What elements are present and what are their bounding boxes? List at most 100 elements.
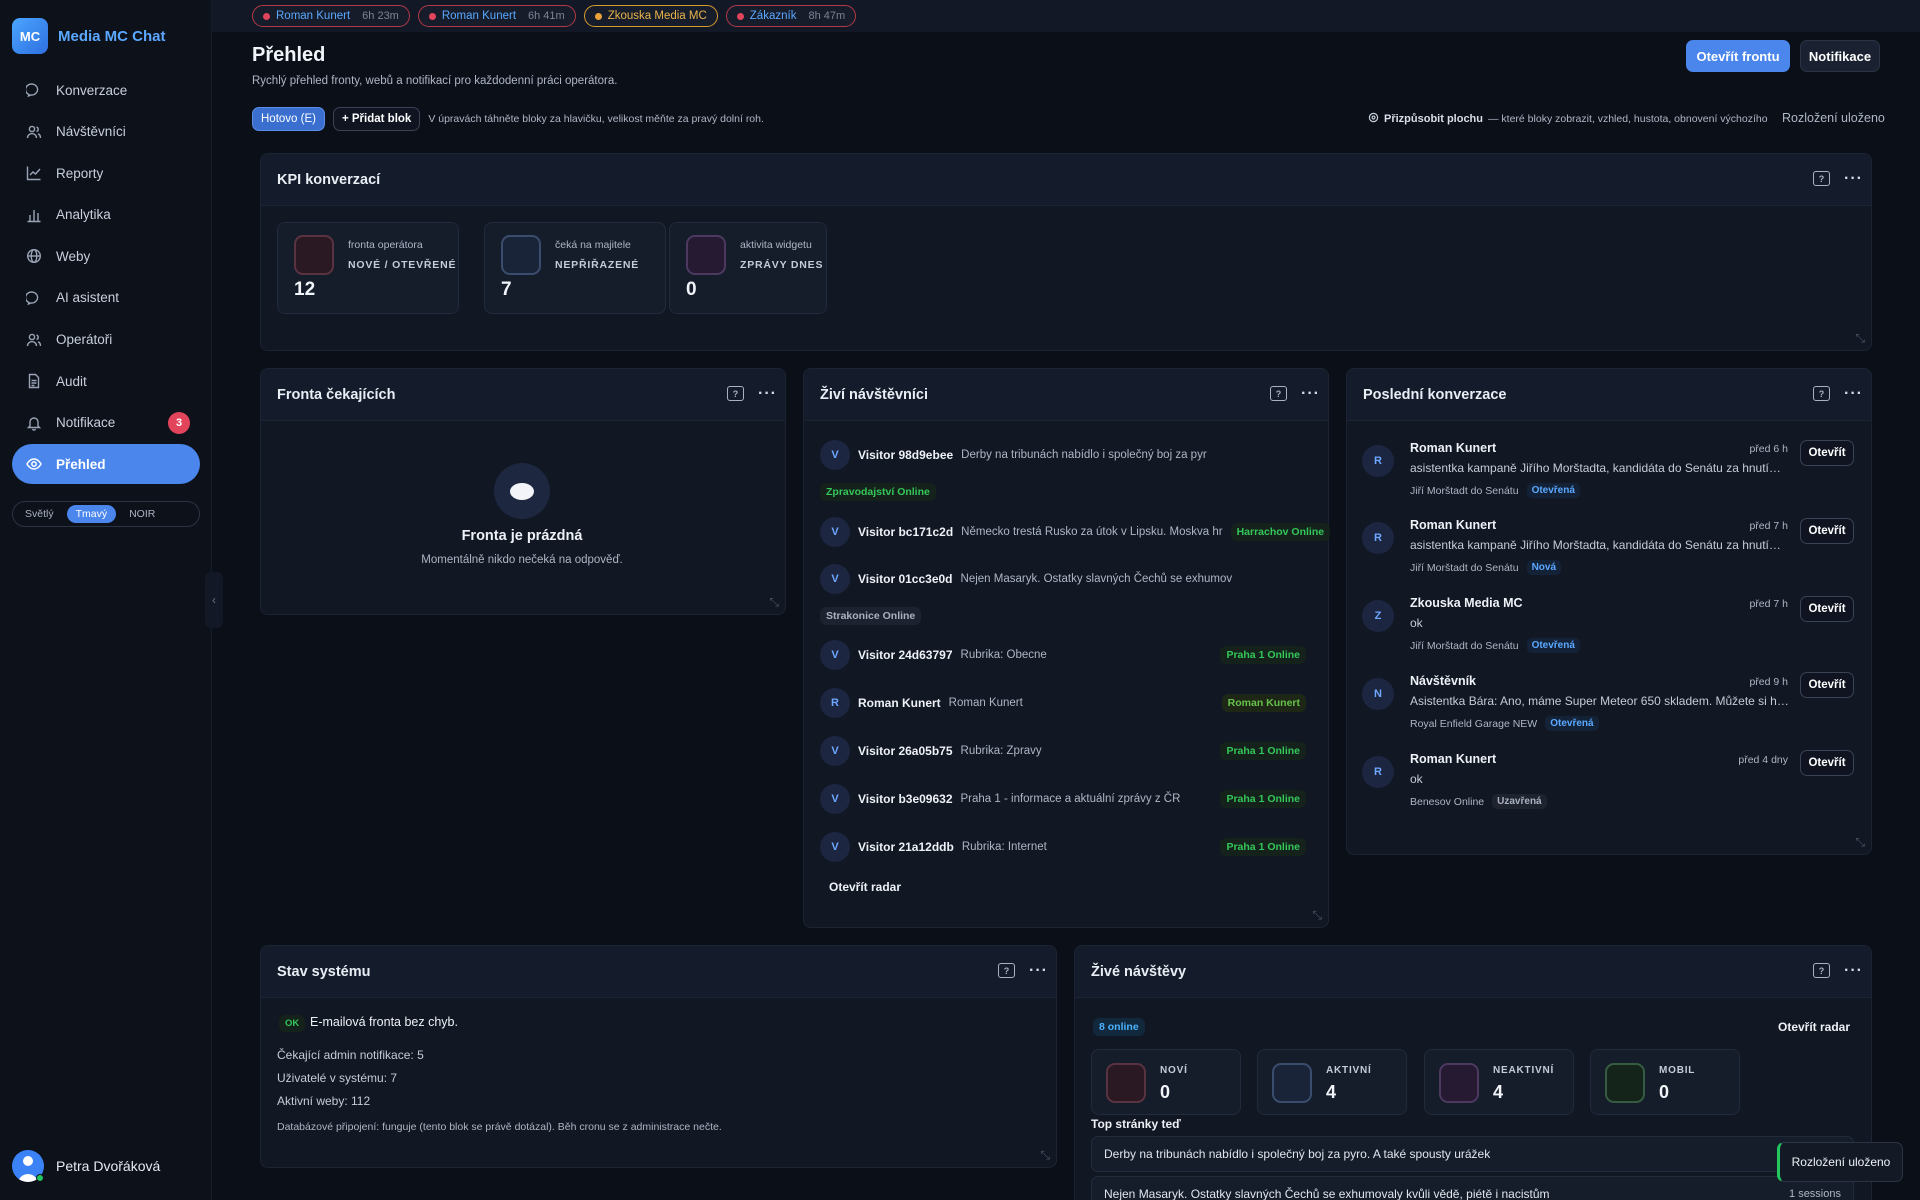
sidebar-item-notifikace[interactable]: Notifikace 3 xyxy=(12,403,200,443)
more-icon[interactable]: ··· xyxy=(1844,170,1863,186)
open-conversation-button[interactable]: Otevřít xyxy=(1800,440,1854,466)
visitor-avatar: V xyxy=(820,736,850,766)
sidebar-item-ai-asistent[interactable]: AI asistent xyxy=(12,278,200,318)
brand[interactable]: MC Media MC Chat xyxy=(12,18,166,54)
conversation-chip[interactable]: Roman Kunert 6h 41m xyxy=(417,5,576,27)
theme-noir-option[interactable]: NOIR xyxy=(120,505,164,523)
visitor-row[interactable]: V Visitor 21a12ddb Rubrika: Internet Pra… xyxy=(820,832,1306,862)
help-icon[interactable]: ? xyxy=(1270,386,1288,401)
visitor-name: Roman Kunert xyxy=(858,696,941,710)
visitor-row[interactable]: R Roman Kunert Roman Kunert Roman Kunert xyxy=(820,688,1306,718)
done-editing-button[interactable]: Hotovo (E) xyxy=(252,107,325,131)
open-conversation-button[interactable]: Otevřít xyxy=(1800,596,1854,622)
sidebar-item-label: Weby xyxy=(56,248,91,264)
online-status-dot xyxy=(36,1174,44,1182)
visitor-row[interactable]: V Visitor b3e09632 Praha 1 - informace a… xyxy=(820,784,1306,814)
kpi-tile: fronta operátora NOVÉ / OTEVŘENÉ 12 xyxy=(277,222,459,314)
resize-handle-icon[interactable]: ⤡ xyxy=(1040,1148,1050,1163)
resize-handle-icon[interactable]: ⤡ xyxy=(1855,331,1865,346)
sidebar-item-prehled[interactable]: Přehled xyxy=(12,444,200,485)
conversation-row[interactable]: R Roman Kunert před 4 dny ok Benesov Onl… xyxy=(1362,750,1856,818)
card-header[interactable]: Stav systému ? ··· xyxy=(261,946,1056,998)
visitor-row[interactable]: V Visitor 26a05b75 Rubrika: Zpravy Praha… xyxy=(820,736,1306,766)
help-icon[interactable]: ? xyxy=(998,963,1016,978)
bar-chart-icon xyxy=(26,207,42,223)
sidebar-item-weby[interactable]: Weby xyxy=(12,236,200,276)
open-radar-link[interactable]: Otevřít radar xyxy=(829,880,901,894)
conversation-chip[interactable]: Zkouska Media MC xyxy=(583,5,718,27)
visitor-avatar: V xyxy=(820,832,850,862)
card-header[interactable]: Fronta čekajících ? ··· xyxy=(261,369,785,421)
chip-name: Zkouska Media MC xyxy=(607,10,707,22)
stat-icon xyxy=(1106,1063,1146,1103)
card-header[interactable]: KPI konverzací ? ··· xyxy=(261,154,1871,206)
card-header[interactable]: Živé návštěvy ? ··· xyxy=(1075,946,1871,998)
theme-light-option[interactable]: Světlý xyxy=(16,505,63,523)
conversation-row[interactable]: N Návštěvník před 9 h Asistentka Bára: A… xyxy=(1362,672,1856,740)
open-conversation-button[interactable]: Otevřít xyxy=(1800,750,1854,776)
conversation-name: Zkouska Media MC xyxy=(1410,596,1523,610)
sidebar-item-label: Reporty xyxy=(56,165,104,181)
stat-label: NEAKTIVNÍ xyxy=(1493,1065,1555,1076)
conversation-row[interactable]: Z Zkouska Media MC před 7 h ok Jiří Morš… xyxy=(1362,594,1856,662)
visitor-row[interactable]: V Visitor 24d63797 Rubrika: Obecne Praha… xyxy=(820,640,1306,670)
resize-handle-icon[interactable]: ⤡ xyxy=(769,595,779,610)
visitor-name: Visitor 98d9ebee xyxy=(858,448,954,462)
sidebar-item-label: Operátoři xyxy=(56,332,113,348)
help-icon[interactable]: ? xyxy=(1813,963,1831,978)
visitor-row[interactable]: V Visitor 01cc3e0d Nejen Masaryk. Ostatk… xyxy=(820,564,1306,594)
conversation-chip[interactable]: Roman Kunert 6h 23m xyxy=(252,5,410,27)
open-queue-button[interactable]: Otevřít frontu xyxy=(1686,40,1790,72)
kpi-value: 12 xyxy=(294,279,316,300)
sidebar-item-operatori[interactable]: Operátoři xyxy=(12,320,200,360)
sidebar-collapse-handle[interactable]: ‹ xyxy=(205,572,223,628)
open-conversation-button[interactable]: Otevřít xyxy=(1800,672,1854,698)
open-conversation-button[interactable]: Otevřít xyxy=(1800,518,1854,544)
card-header[interactable]: Živí návštěvníci ? ··· xyxy=(804,369,1328,421)
customize-dashboard-link[interactable]: Přizpůsobit plochu — které bloky zobrazi… xyxy=(1368,112,1768,126)
card-header[interactable]: Poslední konverzace ? ··· xyxy=(1347,369,1871,421)
conversation-row[interactable]: R Roman Kunert před 7 h asistentka kampa… xyxy=(1362,516,1856,584)
status-badge: Otevřená xyxy=(1526,483,1580,498)
help-icon[interactable]: ? xyxy=(1813,171,1831,186)
more-icon[interactable]: ··· xyxy=(1029,962,1048,978)
visitor-row[interactable]: V Visitor bc171c2d Německo trestá Rusko … xyxy=(820,517,1331,547)
sidebar-item-konverzace[interactable]: Konverzace xyxy=(12,70,200,110)
visitor-status-badge: Praha 1 Online xyxy=(1220,838,1306,856)
sidebar-item-analytika[interactable]: Analytika xyxy=(12,195,200,235)
visit-stat-tile: MOBIL 0 xyxy=(1590,1049,1740,1115)
user-name: Petra Dvořáková xyxy=(56,1158,161,1174)
sidebar-item-audit[interactable]: Audit xyxy=(12,361,200,401)
empty-queue-title: Fronta je prázdná xyxy=(461,528,583,544)
top-page-row[interactable]: Nejen Masaryk. Ostatky slavných Čechů se… xyxy=(1091,1176,1854,1200)
conversation-row[interactable]: R Roman Kunert před 6 h asistentka kampa… xyxy=(1362,439,1856,507)
users-icon xyxy=(26,124,42,140)
resize-handle-icon[interactable]: ⤡ xyxy=(1312,908,1322,923)
conversation-chip[interactable]: Zákazník 8h 47m xyxy=(725,5,857,27)
theme-dark-option[interactable]: Tmavý xyxy=(66,505,117,523)
chip-time: 6h 23m xyxy=(362,10,399,22)
visit-stat-tile: NEAKTIVNÍ 4 xyxy=(1424,1049,1574,1115)
kpi-value: 7 xyxy=(501,279,512,300)
notifications-button[interactable]: Notifikace xyxy=(1800,40,1880,72)
visitor-row[interactable]: V Visitor 98d9ebee Derby na tribunách na… xyxy=(820,440,1306,470)
help-icon[interactable]: ? xyxy=(1813,386,1831,401)
users-icon xyxy=(26,332,42,348)
user-profile[interactable]: Petra Dvořáková xyxy=(12,1150,160,1182)
card-tools: ? ··· xyxy=(998,962,1048,978)
sidebar-item-navstevnici[interactable]: Návštěvníci xyxy=(12,112,200,152)
top-page-row[interactable]: Derby na tribunách nabídlo i společný bo… xyxy=(1091,1136,1854,1172)
more-icon[interactable]: ··· xyxy=(1301,385,1320,401)
brand-name: Media MC Chat xyxy=(58,27,166,45)
open-radar-link[interactable]: Otevřít radar xyxy=(1778,1020,1850,1034)
more-icon[interactable]: ··· xyxy=(1844,962,1863,978)
more-icon[interactable]: ··· xyxy=(1844,385,1863,401)
visitor-name: Visitor b3e09632 xyxy=(858,792,953,806)
top-page-title: Nejen Masaryk. Ostatky slavných Čechů se… xyxy=(1104,1187,1550,1200)
more-icon[interactable]: ··· xyxy=(758,385,777,401)
visitor-status-badge: Praha 1 Online xyxy=(1220,646,1306,664)
add-block-button[interactable]: + Přidat blok xyxy=(332,107,421,131)
sidebar-item-reporty[interactable]: Reporty xyxy=(12,153,200,193)
help-icon[interactable]: ? xyxy=(727,386,745,401)
resize-handle-icon[interactable]: ⤡ xyxy=(1855,835,1865,850)
